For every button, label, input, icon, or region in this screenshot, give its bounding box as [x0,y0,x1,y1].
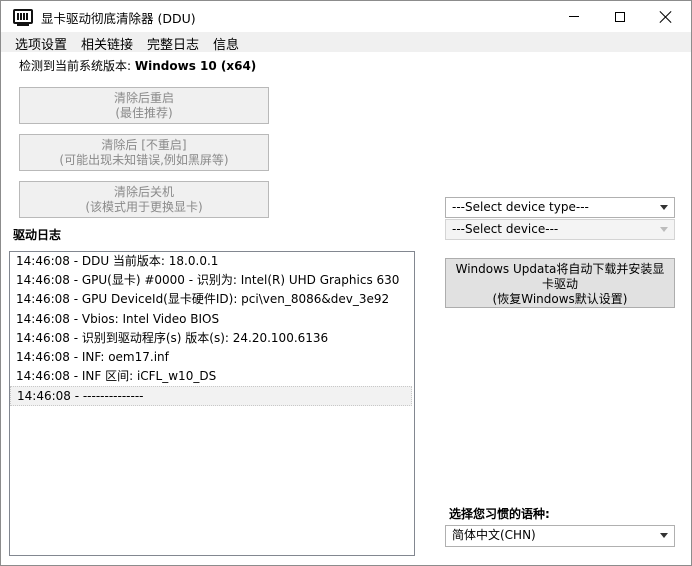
clean-and-restart-button[interactable]: 清除后重启 (最佳推荐) [19,87,269,124]
chevron-down-icon [660,533,668,538]
windows-update-line1: Windows Updata将自动下载并安装显 [455,262,665,276]
log-entry-selected[interactable]: 14:46:08 - -------------- [10,386,412,406]
log-list[interactable]: 14:46:08 - DDU 当前版本: 18.0.0.1 14:46:08 -… [9,251,415,556]
os-label: 检测到当前系统版本: [19,59,132,73]
maximize-button[interactable] [597,1,643,32]
log-entry[interactable]: 14:46:08 - GPU DeviceId(显卡硬件ID): pci\ven… [10,290,414,309]
menu-bar: 选项设置 相关链接 完整日志 信息 [1,32,691,53]
menu-info[interactable]: 信息 [206,32,246,53]
maximize-icon [615,11,625,22]
window-title: 显卡驱动彻底清除器 (DDU) [41,11,196,26]
log-entry[interactable]: 14:46:08 - 识别到驱动程序(s) 版本(s): 24.20.100.6… [10,329,414,348]
chevron-down-icon [660,205,668,210]
log-entry[interactable]: 14:46:08 - GPU(显卡) #0000 - 识别为: Intel(R)… [10,271,414,290]
language-select[interactable]: 简体中文(CHN) [445,525,675,547]
clean-restart-line1: 清除后重启 [113,91,174,105]
log-entry[interactable]: 14:46:08 - INF: oem17.inf [10,348,414,367]
app-window: 显卡驱动彻底清除器 (DDU) 选项设置 相关链接 完整日志 信息 检测到当前系… [0,0,692,566]
log-title: 驱动日志 [13,228,62,242]
chevron-down-icon [660,227,668,232]
close-icon [660,11,672,23]
minimize-icon [569,16,579,17]
clean-and-shutdown-button[interactable]: 清除后关机 (该模式用于更换显卡) [19,181,269,218]
log-entry[interactable]: 14:46:08 - Vbios: Intel Video BIOS [10,310,414,329]
clean-no-restart-button[interactable]: 清除后 [不重启] (可能出现未知错误,例如黑屏等) [19,134,269,171]
device-select[interactable]: ---Select device--- [445,219,675,240]
os-value: Windows 10 (x64) [134,59,257,73]
title-bar[interactable]: 显卡驱动彻底清除器 (DDU) [1,1,691,32]
clean-no-restart-line2: (可能出现未知错误,例如黑屏等) [59,153,229,167]
close-button[interactable] [643,1,689,32]
gpu-card-icon [13,9,33,26]
windows-update-line2: 卡驱动 [541,277,578,291]
clean-restart-line2: (最佳推荐) [115,106,173,120]
clean-no-restart-line1: 清除后 [不重启] [101,138,187,152]
device-type-value: ---Select device type--- [452,200,589,214]
log-entry[interactable]: 14:46:08 - DDU 当前版本: 18.0.0.1 [10,252,414,271]
windows-update-button[interactable]: Windows Updata将自动下载并安装显 卡驱动 (恢复Windows默认… [445,258,675,308]
os-detection: 检测到当前系统版本: Windows 10 (x64) [19,57,256,74]
windows-update-line3: (恢复Windows默认设置) [492,292,628,306]
language-value: 简体中文(CHN) [452,528,536,542]
language-label: 选择您习惯的语种: [449,507,550,521]
menu-full-log[interactable]: 完整日志 [140,32,206,53]
clean-shutdown-line1: 清除后关机 [113,185,174,199]
menu-links[interactable]: 相关链接 [74,32,140,53]
minimize-button[interactable] [551,1,597,32]
menu-options[interactable]: 选项设置 [8,32,74,53]
log-entry[interactable]: 14:46:08 - INF 区间: iCFL_w10_DS [10,367,414,386]
clean-shutdown-line2: (该模式用于更换显卡) [85,200,203,214]
device-type-select[interactable]: ---Select device type--- [445,197,675,218]
device-value: ---Select device--- [452,222,559,236]
